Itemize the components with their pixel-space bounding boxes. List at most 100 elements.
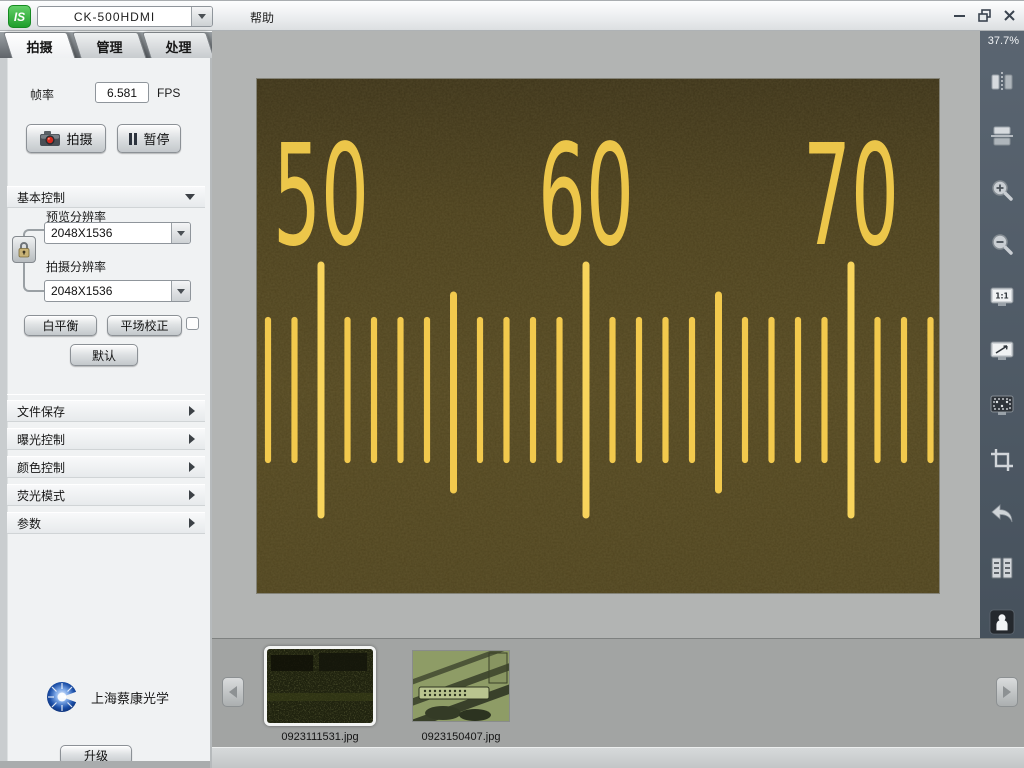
divider xyxy=(7,394,205,395)
white-balance-label: 白平衡 xyxy=(42,317,78,334)
thumbnail-list-button[interactable] xyxy=(989,555,1015,581)
flat-field-label: 平场校正 xyxy=(120,317,168,334)
chevron-right-icon xyxy=(189,490,195,500)
brand-logo-icon xyxy=(43,678,81,716)
section-exposure-control[interactable]: 曝光控制 xyxy=(7,428,205,450)
tab-process[interactable]: 处理 xyxy=(142,32,215,59)
section-title: 文件保存 xyxy=(17,403,65,420)
filmstrip-next-button[interactable] xyxy=(996,677,1018,707)
capture-resolution-value: 2048X1536 xyxy=(45,284,171,298)
application-window: IS CK-500HDMI 帮助 拍摄 管理 处理 xyxy=(0,0,1024,768)
section-title: 基本控制 xyxy=(17,189,65,206)
ruler-numbers: 50 60 70 xyxy=(273,115,899,278)
ruler-number-50: 50 xyxy=(273,115,369,278)
flip-vertical-icon xyxy=(990,125,1014,147)
device-select-value: CK-500HDMI xyxy=(38,10,191,24)
thumbnail-item-2[interactable] xyxy=(412,650,510,722)
thumbnail-item-1[interactable] xyxy=(264,646,376,726)
preview-resolution-arrow-button[interactable] xyxy=(171,223,190,243)
thumbnail-filename: 0923150407.jpg xyxy=(402,731,520,743)
flip-horizontal-icon xyxy=(990,71,1014,93)
section-title: 曝光控制 xyxy=(17,431,65,448)
chevron-down-icon xyxy=(177,289,185,294)
camera-icon xyxy=(39,130,61,147)
pause-icon xyxy=(128,133,138,145)
preview-resolution-value: 2048X1536 xyxy=(45,226,171,240)
roi-select-button[interactable] xyxy=(989,393,1015,419)
device-select[interactable]: CK-500HDMI xyxy=(37,6,213,27)
zoom-level-label: 37.7% xyxy=(980,31,1024,47)
user-button[interactable] xyxy=(989,609,1015,635)
tab-label: 拍摄 xyxy=(9,33,71,59)
default-button[interactable]: 默认 xyxy=(70,344,138,366)
restore-button[interactable] xyxy=(978,9,991,22)
zoom-in-button[interactable] xyxy=(989,177,1015,203)
panel-bottom-edge xyxy=(0,761,210,768)
ruler-number-60: 60 xyxy=(538,115,634,278)
pause-button[interactable]: 暂停 xyxy=(117,124,181,153)
flat-field-checkbox[interactable] xyxy=(186,317,199,330)
fps-unit-label: FPS xyxy=(157,86,180,100)
capture-button[interactable]: 拍摄 xyxy=(26,124,106,153)
live-microscope-image[interactable]: 50 60 70 xyxy=(257,79,939,593)
brand-row: 上海蔡康光学 xyxy=(0,678,212,716)
default-label: 默认 xyxy=(92,347,116,364)
resolution-lock-button[interactable] xyxy=(12,236,36,263)
brand-name: 上海蔡康光学 xyxy=(91,688,169,707)
filmstrip-prev-button[interactable] xyxy=(222,677,244,707)
chevron-right-icon xyxy=(189,518,195,528)
roi-select-icon xyxy=(989,394,1015,418)
status-bar xyxy=(212,747,1024,768)
actual-size-button[interactable]: 1:1 xyxy=(989,285,1015,311)
lock-icon xyxy=(17,241,31,258)
chevron-down-icon xyxy=(198,14,206,19)
tab-label: 处理 xyxy=(148,33,210,59)
viewer-area: 50 60 70 xyxy=(212,31,980,638)
crop-button[interactable] xyxy=(989,447,1015,473)
title-bar: IS CK-500HDMI 帮助 xyxy=(0,0,1024,31)
device-select-arrow-button[interactable] xyxy=(191,7,212,26)
capture-resolution-arrow-button[interactable] xyxy=(171,281,190,301)
zoom-out-button[interactable] xyxy=(989,231,1015,257)
chevron-right-icon xyxy=(189,462,195,472)
help-menu[interactable]: 帮助 xyxy=(250,9,274,26)
undo-arrow-icon xyxy=(989,503,1015,525)
pause-button-label: 暂停 xyxy=(143,129,169,148)
tab-capture[interactable]: 拍摄 xyxy=(3,32,76,59)
preview-resolution-select[interactable]: 2048X1536 xyxy=(44,222,191,244)
section-parameters[interactable]: 参数 xyxy=(7,512,205,534)
fit-to-window-button[interactable] xyxy=(989,339,1015,365)
undo-button[interactable] xyxy=(989,501,1015,527)
tab-label: 管理 xyxy=(78,33,142,59)
frame-rate-field[interactable]: 6.581 xyxy=(95,82,149,103)
arrow-left-icon xyxy=(229,686,237,698)
capture-panel: 帧率 6.581 FPS 拍摄 暂停 基本控制 预览分辨率 xyxy=(0,58,212,768)
ruler-number-70: 70 xyxy=(803,115,899,278)
close-button[interactable] xyxy=(1003,9,1016,22)
section-title: 颜色控制 xyxy=(17,459,65,476)
fit-to-window-icon xyxy=(989,340,1015,364)
section-title: 荧光模式 xyxy=(17,487,65,504)
white-balance-button[interactable]: 白平衡 xyxy=(24,315,97,336)
tab-manage[interactable]: 管理 xyxy=(72,32,147,59)
close-icon xyxy=(1003,9,1016,22)
user-icon xyxy=(989,608,1015,636)
flip-vertical-button[interactable] xyxy=(989,123,1015,149)
frame-rate-label: 帧率 xyxy=(30,86,54,103)
thumbnail-list-icon xyxy=(990,556,1014,580)
chevron-right-icon xyxy=(189,406,195,416)
zoom-in-icon xyxy=(990,178,1014,202)
capture-resolution-select[interactable]: 2048X1536 xyxy=(44,280,191,302)
section-file-save[interactable]: 文件保存 xyxy=(7,400,205,422)
capture-resolution-label: 拍摄分辨率 xyxy=(46,258,106,275)
flip-horizontal-button[interactable] xyxy=(989,69,1015,95)
section-basic-control[interactable]: 基本控制 xyxy=(7,186,205,208)
window-controls xyxy=(953,9,1016,22)
section-fluorescence-mode[interactable]: 荧光模式 xyxy=(7,484,205,506)
thumbnail-image xyxy=(413,651,509,721)
flat-field-button[interactable]: 平场校正 xyxy=(107,315,182,336)
tab-strip: 拍摄 管理 处理 xyxy=(0,31,212,58)
section-color-control[interactable]: 颜色控制 xyxy=(7,456,205,478)
thumbnail-image xyxy=(267,649,373,723)
minimize-button[interactable] xyxy=(953,9,966,22)
